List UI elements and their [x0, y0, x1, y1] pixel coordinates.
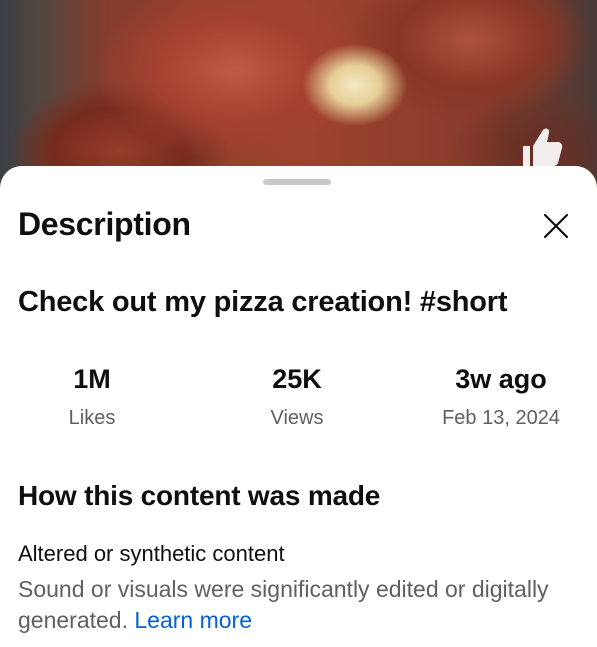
thumbs-up-icon[interactable] — [516, 122, 564, 170]
content-made-heading: How this content was made — [18, 480, 381, 511]
altered-content-description: Sound or visuals were significantly edit… — [18, 574, 578, 636]
close-icon — [543, 213, 569, 239]
close-button[interactable] — [536, 206, 576, 246]
views-count: 25K — [272, 364, 322, 394]
stat-views: 25K Views — [207, 362, 387, 430]
sheet-title: Description — [18, 206, 191, 242]
drag-handle[interactable] — [263, 179, 331, 185]
altered-content-text: Sound or visuals were significantly edit… — [18, 576, 549, 633]
altered-content-label: Altered or synthetic content — [18, 541, 285, 566]
relative-date: 3w ago — [455, 364, 547, 394]
video-title: Check out my pizza creation! #short — [18, 286, 508, 318]
learn-more-link[interactable]: Learn more — [134, 607, 252, 633]
description-sheet: Description Check out my pizza creation!… — [0, 166, 597, 647]
stats-row: 1M Likes 25K Views 3w ago Feb 13, 2024 — [0, 362, 597, 432]
stat-likes: 1M Likes — [2, 362, 182, 430]
likes-label: Likes — [68, 407, 116, 429]
likes-count: 1M — [73, 364, 111, 394]
stat-date: 3w ago Feb 13, 2024 — [411, 362, 591, 430]
shorts-screen: Description Check out my pizza creation!… — [0, 0, 597, 647]
publish-date: Feb 13, 2024 — [442, 407, 560, 429]
views-label: Views — [270, 407, 324, 429]
